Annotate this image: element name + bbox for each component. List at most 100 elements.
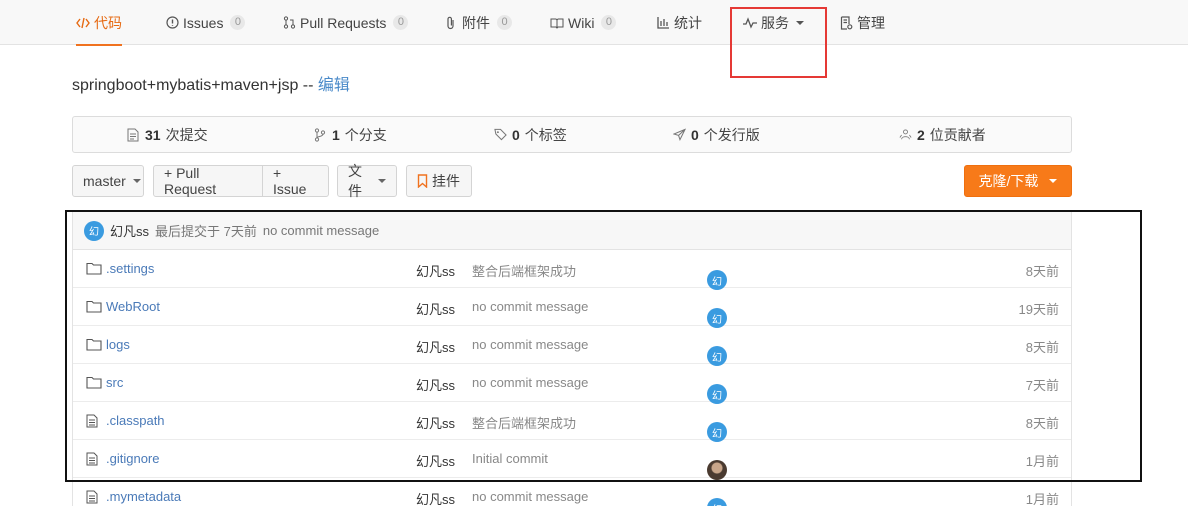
commit-message-link[interactable]: no commit message <box>472 299 588 314</box>
commit-message-link[interactable]: 整合后端框架成功 <box>472 261 576 280</box>
branches-count: 1 <box>332 126 340 143</box>
last-commit-bar: 幻 幻凡ss 最后提交于 7天前 no commit message <box>73 212 1071 250</box>
pull-requests-count-badge: 0 <box>393 15 409 30</box>
last-commit-author[interactable]: 幻凡ss <box>110 221 149 240</box>
branch-icon <box>314 128 327 142</box>
commit-message-link[interactable]: no commit message <box>472 337 588 352</box>
file-row[interactable]: .settings 幻 幻凡ss 整合后端框架成功 8天前 <box>73 250 1071 290</box>
commit-author[interactable]: 幻凡ss <box>416 337 455 356</box>
widget-button[interactable]: 挂件 <box>406 165 472 197</box>
branches-label: 个分支 <box>344 126 387 143</box>
stat-releases[interactable]: 0 个发行版 <box>673 117 760 152</box>
file-name-link[interactable]: logs <box>106 337 130 352</box>
tab-stats[interactable]: 统计 <box>656 0 702 45</box>
wiki-count-badge: 0 <box>601 15 617 30</box>
chevron-down-icon <box>378 179 386 183</box>
tab-code-label: 代码 <box>94 14 122 31</box>
file-name-link[interactable]: .mymetadata <box>106 489 181 504</box>
book-icon <box>550 16 564 30</box>
commit-age: 7天前 <box>1025 378 1059 393</box>
stat-branches[interactable]: 1 个分支 <box>314 117 387 152</box>
commits-label: 次提交 <box>165 126 208 143</box>
new-pull-request-button[interactable]: + Pull Request <box>153 165 263 197</box>
tab-manage-label: 管理 <box>857 14 885 31</box>
pulse-icon <box>743 16 757 30</box>
clone-download-button[interactable]: 克隆/下载 <box>964 165 1072 197</box>
file-icon <box>86 414 102 428</box>
tags-label: 个标签 <box>524 126 567 143</box>
file-row[interactable]: src 幻 幻凡ss no commit message 7天前 <box>73 364 1071 404</box>
releases-count: 0 <box>691 126 699 143</box>
attachments-count-badge: 0 <box>497 15 512 30</box>
commit-message-link[interactable]: no commit message <box>472 489 588 504</box>
commit-age: 8天前 <box>1025 340 1059 355</box>
tab-stats-label: 统计 <box>674 14 702 31</box>
stat-commits[interactable]: 31 次提交 <box>127 117 208 152</box>
commit-author[interactable]: 幻凡ss <box>416 299 455 318</box>
stat-tags[interactable]: 0 个标签 <box>494 117 567 152</box>
file-list: 幻 幻凡ss 最后提交于 7天前 no commit message .sett… <box>72 211 1072 506</box>
commit-author[interactable]: 幻凡ss <box>416 413 455 432</box>
file-row[interactable]: .mymetadata 幻 幻凡ss no commit message 1月前 <box>73 478 1071 506</box>
tab-issues[interactable]: Issues 0 <box>165 0 246 45</box>
commit-author[interactable]: 幻凡ss <box>416 375 455 394</box>
file-name-link[interactable]: .settings <box>106 261 154 276</box>
file-icon <box>86 490 102 504</box>
tab-pull-requests[interactable]: Pull Requests 0 <box>282 0 409 45</box>
file-row[interactable]: logs 幻 幻凡ss no commit message 8天前 <box>73 326 1071 366</box>
bookmark-icon <box>417 174 428 188</box>
file-name-link[interactable]: src <box>106 375 123 390</box>
avatar[interactable]: 幻 <box>707 384 727 404</box>
tab-issues-label: Issues <box>183 14 224 31</box>
tag-icon <box>494 128 507 141</box>
issue-icon <box>165 16 179 30</box>
tab-code[interactable]: 代码 <box>76 0 122 46</box>
commit-author[interactable]: 幻凡ss <box>416 451 455 470</box>
users-icon <box>899 128 912 141</box>
file-menu-button[interactable]: 文件 <box>337 163 397 199</box>
avatar[interactable]: 幻 <box>707 498 727 506</box>
new-issue-button[interactable]: + Issue <box>262 165 329 197</box>
new-pull-request-label: + Pull Request <box>164 165 217 197</box>
file-row[interactable]: .gitignore 幻凡ss Initial commit 1月前 <box>73 440 1071 480</box>
file-row[interactable]: WebRoot 幻 幻凡ss no commit message 19天前 <box>73 288 1071 328</box>
branch-select[interactable]: master <box>72 165 144 197</box>
commits-count: 31 <box>145 126 161 143</box>
chevron-down-icon <box>132 179 141 183</box>
commit-age: 8天前 <box>1025 264 1059 279</box>
last-commit-message[interactable]: no commit message <box>263 223 379 238</box>
folder-icon <box>86 338 102 351</box>
commit-message-link[interactable]: 整合后端框架成功 <box>472 413 576 432</box>
tab-manage[interactable]: 管理 <box>839 0 885 45</box>
commit-icon <box>127 128 140 142</box>
commit-age: 1月前 <box>1025 454 1059 469</box>
tab-attachments[interactable]: 附件 0 <box>444 0 512 45</box>
avatar[interactable] <box>707 460 727 480</box>
stat-contributors[interactable]: 2 位贡献者 <box>899 117 986 152</box>
file-icon <box>86 452 102 466</box>
commit-author[interactable]: 幻凡ss <box>416 261 455 280</box>
send-icon <box>673 128 686 141</box>
commit-message-link[interactable]: Initial commit <box>472 451 548 466</box>
avatar[interactable]: 幻 <box>84 220 104 241</box>
settings-doc-icon <box>839 15 853 30</box>
tab-services-label: 服务 <box>761 14 789 31</box>
code-icon <box>76 16 90 30</box>
avatar[interactable]: 幻 <box>707 346 727 366</box>
folder-icon <box>86 376 102 389</box>
chevron-down-icon <box>796 20 804 25</box>
tab-services[interactable]: 服务 <box>743 0 804 45</box>
tab-pull-requests-label: Pull Requests <box>300 14 387 31</box>
file-name-link[interactable]: WebRoot <box>106 299 160 314</box>
file-row[interactable]: .classpath 幻 幻凡ss 整合后端框架成功 8天前 <box>73 402 1071 442</box>
commit-message-link[interactable]: no commit message <box>472 375 588 390</box>
avatar[interactable]: 幻 <box>707 308 727 328</box>
file-name-link[interactable]: .classpath <box>106 413 165 428</box>
avatar[interactable]: 幻 <box>707 270 727 290</box>
commit-author[interactable]: 幻凡ss <box>416 489 455 506</box>
file-name-link[interactable]: .gitignore <box>106 451 159 466</box>
edit-link[interactable]: 编辑 <box>318 77 350 94</box>
tab-attachments-label: 附件 <box>462 14 490 31</box>
avatar[interactable]: 幻 <box>707 422 727 442</box>
tab-wiki[interactable]: Wiki 0 <box>550 0 617 45</box>
